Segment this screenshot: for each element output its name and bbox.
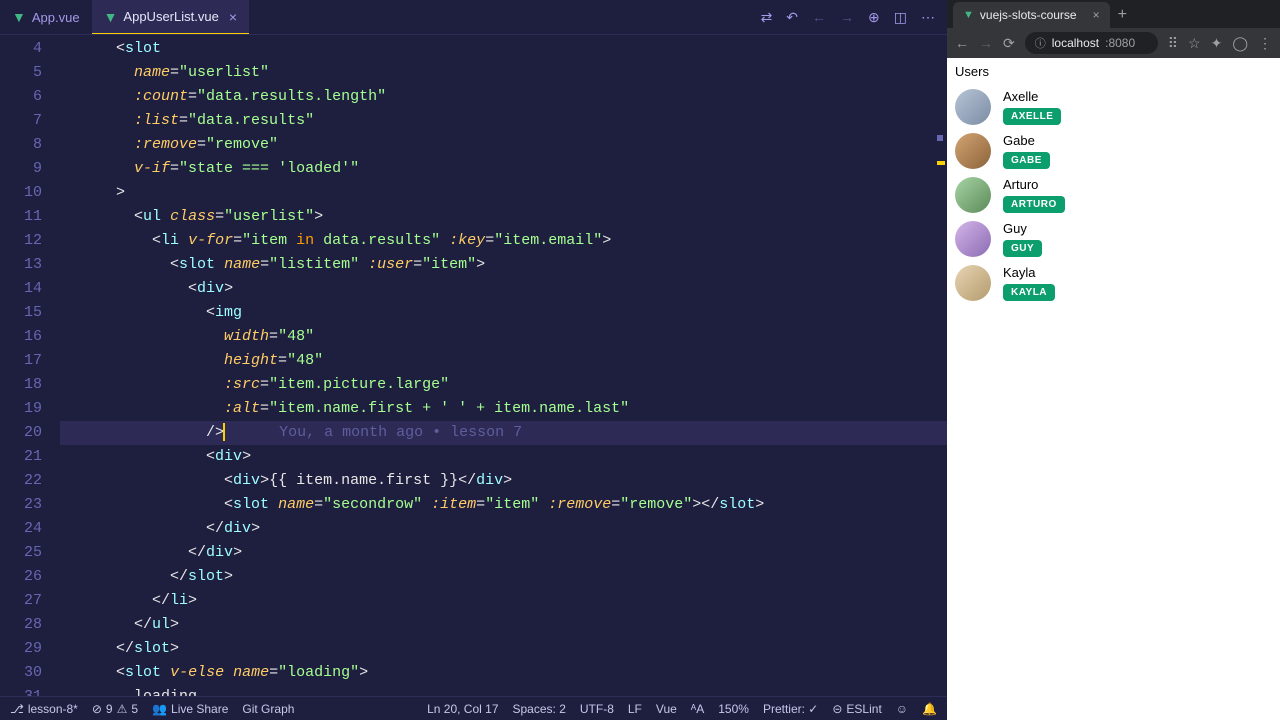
live-share[interactable]: 👥Live Share: [152, 702, 228, 716]
text-size-icon[interactable]: ᴬA: [691, 702, 704, 716]
user-name: Guy: [1003, 221, 1042, 236]
forward-icon[interactable]: →: [979, 35, 993, 51]
eol[interactable]: LF: [628, 702, 642, 716]
branch-icon: ⎇: [10, 702, 24, 716]
user-badge[interactable]: AXELLE: [1003, 108, 1061, 125]
zoom-level[interactable]: 150%: [718, 702, 749, 716]
user-row: Arturo ARTURO: [955, 173, 1272, 217]
warning-icon: ⚠: [117, 702, 128, 716]
vue-icon: ▼: [963, 9, 974, 21]
user-name: Kayla: [1003, 265, 1055, 280]
user-badge[interactable]: GUY: [1003, 240, 1042, 257]
cursor-position[interactable]: Ln 20, Col 17: [427, 702, 498, 716]
user-row: Axelle AXELLE: [955, 85, 1272, 129]
address-port: :8080: [1105, 36, 1135, 50]
site-info-icon[interactable]: ⓘ: [1035, 35, 1046, 51]
language-mode[interactable]: Vue: [656, 702, 677, 716]
encoding[interactable]: UTF-8: [580, 702, 614, 716]
avatar: [955, 89, 991, 125]
branch-indicator[interactable]: ⎇lesson-8*: [10, 702, 78, 716]
live-share-icon: 👥: [152, 702, 167, 716]
status-bar: ⎇lesson-8* ⊘9 ⚠5 👥Live Share Git Graph L…: [0, 696, 947, 720]
close-icon[interactable]: ×: [229, 9, 237, 25]
profile-icon[interactable]: ◯: [1232, 35, 1248, 52]
back-icon[interactable]: ←: [955, 35, 969, 51]
eslint-icon: ⊝: [832, 702, 842, 716]
prettier-status[interactable]: Prettier: ✓: [763, 702, 818, 716]
split-icon[interactable]: ◫: [894, 9, 907, 26]
error-icon: ⊘: [92, 702, 102, 716]
git-graph[interactable]: Git Graph: [242, 702, 294, 716]
close-icon[interactable]: ×: [1093, 8, 1100, 22]
avatar: [955, 221, 991, 257]
page-content: Users Axelle AXELLE Gabe GABE Arturo ARTURO Gu…: [947, 58, 1280, 720]
reload-icon[interactable]: ⟳: [1003, 35, 1015, 52]
user-badge[interactable]: GABE: [1003, 152, 1050, 169]
editor-panel: ▼ App.vue ▼ AppUserList.vue × ⇄ ↶ ← → ⊕ …: [0, 0, 947, 720]
compare-icon[interactable]: ⇄: [761, 9, 773, 26]
minimap-markers: [937, 135, 945, 165]
indent-setting[interactable]: Spaces: 2: [513, 702, 566, 716]
menu-icon[interactable]: ⋮: [1258, 35, 1272, 52]
problems-indicator[interactable]: ⊘9 ⚠5: [92, 702, 138, 716]
user-name: Gabe: [1003, 133, 1050, 148]
user-row: Kayla KAYLA: [955, 261, 1272, 305]
user-badge[interactable]: KAYLA: [1003, 284, 1055, 301]
browser-tab-title: vuejs-slots-course: [980, 8, 1077, 22]
undo-icon[interactable]: ↶: [786, 9, 798, 26]
tab-label: App.vue: [32, 10, 80, 25]
translate-icon[interactable]: ⠿: [1168, 35, 1178, 52]
avatar: [955, 177, 991, 213]
page-title: Users: [955, 64, 1272, 79]
user-name: Arturo: [1003, 177, 1065, 192]
feedback-icon[interactable]: ☺: [896, 702, 908, 716]
code-content[interactable]: <slot name="userlist" :count="data.resul…: [60, 35, 947, 696]
bookmark-icon[interactable]: ☆: [1188, 35, 1201, 52]
code-editor[interactable]: 4567891011121314151617181920212223242526…: [0, 35, 947, 696]
browser-tab[interactable]: ▼ vuejs-slots-course ×: [953, 2, 1110, 28]
next-icon[interactable]: →: [840, 9, 854, 25]
editor-tabs: ▼ App.vue ▼ AppUserList.vue × ⇄ ↶ ← → ⊕ …: [0, 0, 947, 35]
browser-tabstrip: ▼ vuejs-slots-course × +: [947, 0, 1280, 28]
browser-panel: ▼ vuejs-slots-course × + ← → ⟳ ⓘ localho…: [947, 0, 1280, 720]
extensions-icon[interactable]: ✦: [1211, 35, 1223, 52]
tab-app-vue[interactable]: ▼ App.vue: [0, 0, 92, 34]
eslint-status[interactable]: ⊝ESLint: [832, 702, 881, 716]
user-row: Gabe GABE: [955, 129, 1272, 173]
line-gutter: 4567891011121314151617181920212223242526…: [0, 35, 60, 696]
new-tab-button[interactable]: +: [1110, 2, 1135, 28]
prev-icon[interactable]: ←: [812, 9, 826, 25]
tab-appuserlist-vue[interactable]: ▼ AppUserList.vue ×: [92, 0, 249, 34]
vue-icon: ▼: [104, 9, 118, 25]
address-bar[interactable]: ⓘ localhost :8080: [1025, 32, 1158, 54]
tab-actions: ⇄ ↶ ← → ⊕ ◫ ⋯: [761, 9, 947, 26]
more-icon[interactable]: ⋯: [921, 9, 935, 26]
address-host: localhost: [1052, 36, 1099, 50]
avatar: [955, 265, 991, 301]
avatar: [955, 133, 991, 169]
user-name: Axelle: [1003, 89, 1061, 104]
user-list: Axelle AXELLE Gabe GABE Arturo ARTURO Guy GUY Ka…: [955, 85, 1272, 305]
user-badge[interactable]: ARTURO: [1003, 196, 1065, 213]
notifications-icon[interactable]: 🔔: [922, 702, 937, 716]
tab-label: AppUserList.vue: [123, 9, 218, 24]
run-icon[interactable]: ⊕: [868, 9, 880, 26]
user-row: Guy GUY: [955, 217, 1272, 261]
vue-icon: ▼: [12, 9, 26, 25]
browser-toolbar: ← → ⟳ ⓘ localhost :8080 ⠿ ☆ ✦ ◯ ⋮: [947, 28, 1280, 58]
